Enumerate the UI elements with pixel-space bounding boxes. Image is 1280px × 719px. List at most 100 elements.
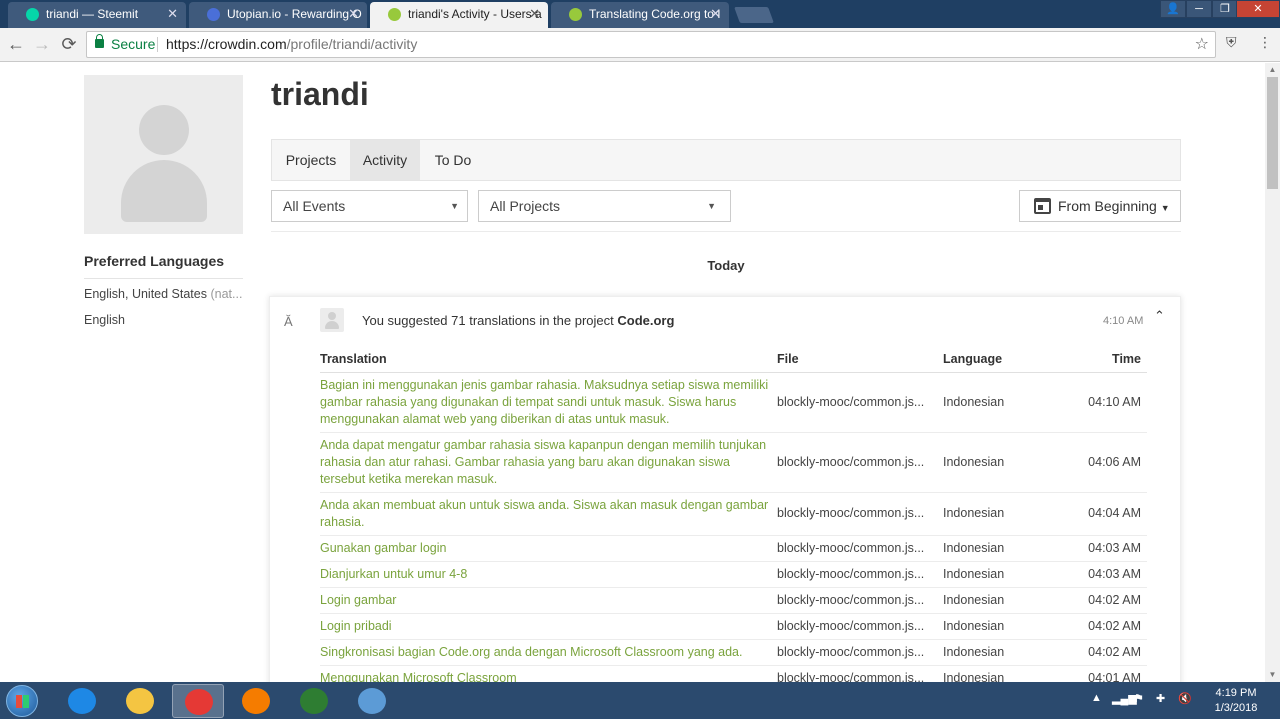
column-header-language: Language [943,346,1067,373]
language-cell: Indonesian [943,613,1067,640]
chevron-up-icon[interactable]: ⌃ [1154,308,1165,324]
translation-cell[interactable]: Menggunakan Microsoft Classroom [320,665,777,682]
secure-label: Secure [111,36,156,52]
shield-extension-icon[interactable]: ⛨ [1226,34,1237,51]
taskbar-app-vlc[interactable] [230,684,282,718]
bookmark-star-icon[interactable]: ☆ [1195,32,1209,57]
translation-cell[interactable]: Login gambar [320,587,777,614]
table-row: Dianjurkan untuk umur 4-8 blockly-mooc/co… [320,561,1147,588]
time-cell: 04:02 AM [1067,639,1147,666]
url-host: https://crowdin.com [166,36,287,52]
language-cell: Indonesian [943,372,1067,433]
translation-cell[interactable]: Bagian ini menggunakan jenis gambar raha… [320,372,777,433]
tab-title: triandi — Steemit [46,7,139,21]
close-tab-icon[interactable]: ✕ [167,2,178,26]
internet-explorer-icon [68,688,96,714]
file-cell: blockly-mooc/common.js... [777,639,943,666]
close-tab-icon[interactable]: ✕ [348,2,359,26]
scroll-up-arrow-icon[interactable]: ▲ [1265,63,1280,77]
scroll-down-arrow-icon[interactable]: ▼ [1265,668,1280,682]
translation-cell[interactable]: Login pribadi [320,613,777,640]
date-range-button[interactable]: From Beginning ▼ [1019,190,1181,222]
taskbar-app-chrome[interactable] [172,684,224,718]
projects-filter-value: All Projects [490,198,561,214]
avatar-body-shape [121,160,207,222]
time-cell: 04:02 AM [1067,613,1147,640]
chrome-icon [185,689,213,715]
file-cell: blockly-mooc/common.js... [777,561,943,588]
events-filter-select[interactable]: All Events ▼ [271,190,468,222]
language-cell: Indonesian [943,639,1067,666]
file-cell: blockly-mooc/common.js... [777,665,943,682]
translate-icon: Ă [284,314,293,329]
flag-icon[interactable]: ⚑ [1134,692,1144,705]
language-item: English [84,313,243,327]
new-tab-button[interactable] [734,7,774,23]
utopian-favicon-icon [207,8,220,21]
browser-tab-crowdin-activity[interactable]: triandi's Activity - Users a ✕ [370,2,548,28]
taskbar-app-internet-explorer[interactable] [56,684,108,718]
tray-expand-icon[interactable]: ▲ [1091,692,1102,704]
column-header-time: Time [1067,346,1147,373]
taskbar-app-paint[interactable] [346,684,398,718]
filters-divider [271,231,1181,232]
browser-tab-utopian[interactable]: Utopian.io - Rewarding O ✕ [189,2,367,28]
network-signal-icon[interactable]: ▂▄▆ [1112,692,1137,705]
profile-username: triandi [271,76,369,112]
file-cell: blockly-mooc/common.js... [777,372,943,433]
translation-cell[interactable]: Dianjurkan untuk umur 4-8 [320,561,777,588]
close-tab-icon[interactable]: ✕ [529,2,540,26]
tab-projects[interactable]: Projects [272,140,350,180]
events-filter-value: All Events [283,198,346,214]
steemit-favicon-icon [26,8,39,21]
page-scrollbar[interactable]: ▲ ▼ [1265,63,1280,682]
url-text: https://crowdin.com/profile/triandi/acti… [166,32,417,57]
back-arrow-icon[interactable]: ← [5,34,27,54]
translation-cell[interactable]: Anda akan membuat akun untuk siswa anda.… [320,492,777,536]
translation-cell[interactable]: Anda dapat mengatur gambar rahasia siswa… [320,432,777,493]
language-name: English [84,313,125,327]
clock-date: 1/3/2018 [1214,702,1258,714]
profile-icon[interactable]: 👤 [1160,0,1186,18]
profile-tabs: Projects Activity To Do [271,139,1181,181]
reload-icon[interactable]: ⟳ [58,34,80,54]
project-link[interactable]: Code.org [617,313,674,328]
maximize-button[interactable]: ❐ [1212,0,1238,18]
table-row: Anda dapat mengatur gambar rahasia siswa… [320,432,1147,493]
table-header-row: Translation File Language Time [320,346,1147,373]
time-cell: 04:03 AM [1067,561,1147,588]
shield-app-icon [300,688,328,714]
tab-activity[interactable]: Activity [350,140,420,180]
browser-tab-crowdin-project[interactable]: Translating Code.org to I ✕ [551,2,729,28]
tab-todo[interactable]: To Do [420,140,486,180]
language-cell: Indonesian [943,561,1067,588]
minimize-button[interactable]: ─ [1186,0,1212,18]
taskbar-app-shield-app[interactable] [288,684,340,718]
table-row: Anda akan membuat akun untuk siswa anda.… [320,492,1147,536]
crowdin-favicon-icon [569,8,582,21]
translation-cell[interactable]: Gunakan gambar login [320,535,777,562]
windows-taskbar: ▲ ▂▄▆ ⚑ ✚ 🔇 4:19 PM 1/3/2018 [0,682,1280,719]
close-tab-icon[interactable]: ✕ [710,2,721,26]
forward-arrow-icon[interactable]: → [31,34,53,54]
language-cell: Indonesian [943,535,1067,562]
language-note: (nat... [210,287,243,301]
table-row: Gunakan gambar login blockly-mooc/common.… [320,535,1147,562]
projects-filter-select[interactable]: All Projects ▼ [478,190,731,222]
file-cell: blockly-mooc/common.js... [777,492,943,536]
system-clock[interactable]: 4:19 PM 1/3/2018 [1206,686,1266,716]
chrome-menu-icon[interactable]: ⋮ [1258,34,1272,51]
day-heading: Today [707,258,745,273]
close-window-button[interactable]: ✕ [1236,0,1280,18]
file-cell: blockly-mooc/common.js... [777,587,943,614]
browser-tab-steemit[interactable]: triandi — Steemit ✕ [8,2,186,28]
scrollbar-thumb[interactable] [1267,77,1278,189]
avatar-head-shape [139,105,189,155]
volume-muted-icon[interactable]: 🔇 [1178,692,1192,705]
table-row: Singkronisasi bagian Code.org anda denga… [320,639,1147,666]
translation-cell[interactable]: Singkronisasi bagian Code.org anda denga… [320,639,777,666]
taskbar-app-file-explorer[interactable] [114,684,166,718]
tray-app-icon[interactable]: ✚ [1156,692,1165,705]
start-button[interactable] [6,685,38,717]
address-bar[interactable]: Secure https://crowdin.com/profile/trian… [86,31,1216,58]
